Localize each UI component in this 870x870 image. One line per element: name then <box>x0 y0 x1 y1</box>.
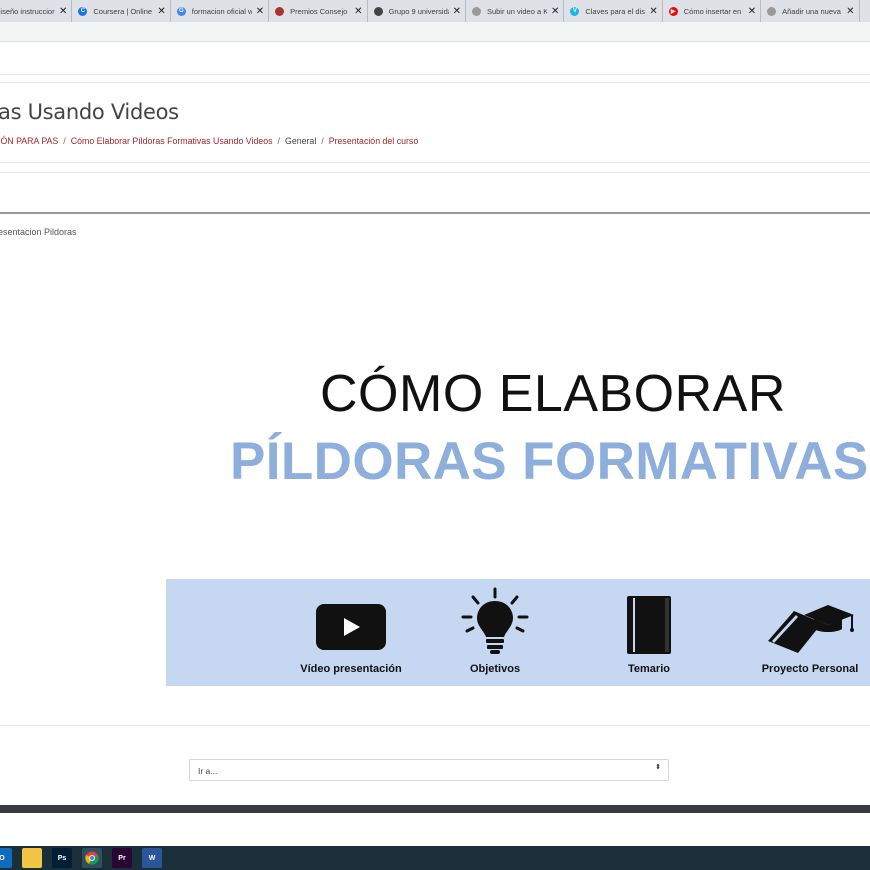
breadcrumb-separator: / <box>277 136 280 146</box>
browser-tab[interactable]: Grupo 9 universidades ✕ <box>368 0 466 22</box>
chrome-icon[interactable] <box>82 848 102 868</box>
slide-headline-line2: PÍLDORAS FORMATIVAS <box>230 432 869 491</box>
tab-title: Premios Consejo Social <box>290 6 350 16</box>
menu-video-presentacion[interactable]: Vídeo presentación <box>296 579 406 686</box>
premiere-icon[interactable]: Pr <box>112 848 132 868</box>
jump-to-select[interactable]: Ir a... ⬍ <box>189 759 669 781</box>
photoshop-icon[interactable]: Ps <box>52 848 72 868</box>
breadcrumb-item-page[interactable]: Presentación del curso <box>329 136 419 146</box>
close-tab-icon[interactable]: ✕ <box>551 6 559 17</box>
tab-title: Añadir una nueva entrada <box>782 6 842 16</box>
tab-favicon-icon <box>275 6 285 16</box>
breadcrumb-divider <box>0 162 870 163</box>
tab-title: Grupo 9 universidades <box>388 6 449 16</box>
page-subtitle: esentacion Pildoras <box>0 227 77 237</box>
tab-title: Coursera | Online Courses <box>93 6 153 16</box>
tab-favicon-icon: G <box>176 6 186 16</box>
file-explorer-icon[interactable] <box>22 848 42 868</box>
footer-divider <box>0 725 870 726</box>
browser-toolbar <box>0 22 870 42</box>
os-taskbar: O Ps Pr W <box>0 846 870 870</box>
word-icon[interactable]: W <box>142 848 162 868</box>
header-divider <box>0 74 870 75</box>
menu-objetivos[interactable]: Objetivos <box>440 579 550 686</box>
browser-tab[interactable]: V Claves para el diseño ✕ <box>564 0 663 22</box>
close-tab-icon[interactable]: ✕ <box>846 6 854 17</box>
header-divider-2 <box>0 82 870 83</box>
slide-menu-band: Vídeo presentación Objetivos Temario Pro… <box>166 579 870 686</box>
close-tab-icon[interactable]: ✕ <box>453 6 461 17</box>
menu-label: Temario <box>628 663 670 675</box>
close-tab-icon[interactable]: ✕ <box>256 6 264 17</box>
breadcrumb-item-course[interactable]: Cómo Elaborar Píldoras Formativas Usando… <box>71 136 273 146</box>
page-footer-bar <box>0 805 870 813</box>
browser-tab[interactable]: Añadir una nueva entrada ✕ <box>761 0 860 22</box>
menu-temario[interactable]: Temario <box>594 579 704 686</box>
menu-label: Proyecto Personal <box>761 663 859 675</box>
breadcrumb-separator: / <box>63 136 66 146</box>
breadcrumb: IÓN PARA PAS / Cómo Elaborar Píldoras Fo… <box>0 136 418 146</box>
browser-tab[interactable]: Premios Consejo Social ✕ <box>269 0 368 22</box>
browser-tab[interactable]: C Coursera | Online Courses ✕ <box>72 0 171 22</box>
close-tab-icon[interactable]: ✕ <box>59 6 67 17</box>
menu-label: Vídeo presentación <box>300 663 402 675</box>
tab-title: Claves para el diseño <box>585 6 645 16</box>
menu-proyecto-personal[interactable]: Proyecto Personal <box>750 579 870 686</box>
tab-title: Cómo insertar en Udemy <box>683 6 744 16</box>
breadcrumb-divider-2 <box>0 172 870 173</box>
close-tab-icon[interactable]: ✕ <box>157 6 165 17</box>
tab-favicon-icon: C <box>78 6 88 16</box>
browser-tab[interactable]: ▶ Cómo insertar en Udemy ✕ <box>663 0 762 22</box>
content-divider <box>0 212 870 214</box>
menu-label: Objetivos <box>469 663 521 675</box>
breadcrumb-item-category[interactable]: IÓN PARA PAS <box>0 136 58 146</box>
breadcrumb-item-section: General <box>284 136 317 146</box>
lightbulb-icon <box>459 587 531 662</box>
tab-title: Diseño instruccional <box>0 6 55 16</box>
select-caret-icon: ⬍ <box>655 764 661 771</box>
youtube-play-icon <box>315 603 387 656</box>
graduation-cap-icon <box>764 601 856 660</box>
tab-favicon-icon <box>767 6 777 16</box>
tab-favicon-icon: V <box>570 6 580 16</box>
book-icon <box>625 594 673 661</box>
browser-tab[interactable]: Diseño instruccional ✕ <box>0 0 73 22</box>
close-tab-icon[interactable]: ✕ <box>354 6 362 17</box>
browser-tab-strip: Diseño instruccional ✕ C Coursera | Online … <box>0 0 870 22</box>
browser-tab[interactable]: Gformacion oficial web ✕ <box>171 0 270 22</box>
tab-title: formacion oficial web <box>191 6 252 16</box>
slide-headline-line1: CÓMO ELABORAR <box>320 365 786 423</box>
breadcrumb-separator: / <box>321 136 324 146</box>
jump-to-select-value: Ir a... <box>198 766 218 776</box>
tab-favicon-icon <box>373 6 383 16</box>
tab-title: Subir un video a Kaltura <box>486 6 547 16</box>
browser-tab[interactable]: Subir un video a Kaltura ✕ <box>466 0 565 22</box>
tab-favicon-icon: ▶ <box>668 6 678 16</box>
close-tab-icon[interactable]: ✕ <box>748 6 756 17</box>
outlook-icon[interactable]: O <box>0 848 12 868</box>
tab-favicon-icon <box>471 6 481 16</box>
course-title: as Usando Videos <box>0 100 179 124</box>
close-tab-icon[interactable]: ✕ <box>649 6 657 17</box>
